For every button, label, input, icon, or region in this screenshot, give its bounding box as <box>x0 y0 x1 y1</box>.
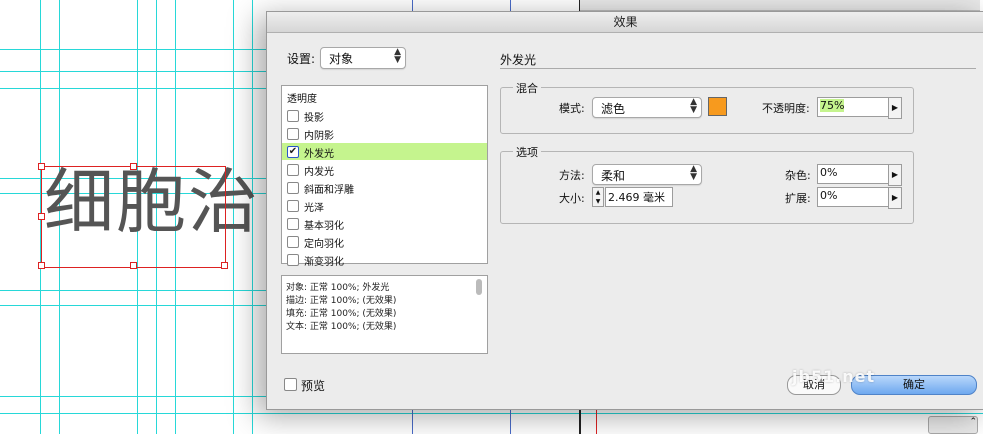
noise-input[interactable]: 0% <box>817 164 889 184</box>
background-panel <box>580 0 980 11</box>
effect-label: 光泽 <box>304 203 324 214</box>
effect-item[interactable]: 投影 <box>282 107 487 124</box>
blend-group: 混合 模式: 滤色 ▲ ▼ 不透明度: 75% ▶ <box>500 80 914 134</box>
effect-checkbox[interactable] <box>287 182 299 194</box>
effect-item[interactable]: 渐变羽化 <box>282 251 487 268</box>
frame-handle[interactable] <box>38 213 45 220</box>
method-value: 柔和 <box>601 169 626 183</box>
effect-checkbox[interactable] <box>287 128 299 140</box>
effect-checkbox[interactable] <box>287 218 299 230</box>
frame-handle[interactable] <box>221 262 228 269</box>
watermark-logo: jb51.net <box>792 367 876 386</box>
mode-label: 模式: <box>559 102 585 115</box>
effect-item[interactable]: 内发光 <box>282 161 487 178</box>
effect-item[interactable]: 内阴影 <box>282 125 487 142</box>
effect-checkbox[interactable] <box>287 164 299 176</box>
size-input[interactable]: 2.469 毫米 <box>605 187 673 207</box>
effect-checkbox[interactable] <box>287 110 299 122</box>
background-dropdown[interactable]: ⌃ <box>928 416 978 434</box>
updown-arrow-icon: ▲ ▼ <box>690 97 697 115</box>
size-stepper[interactable]: ▲ ▼ <box>592 187 604 207</box>
opacity-menu-button[interactable]: ▶ <box>888 97 902 119</box>
effect-checkbox[interactable] <box>287 254 299 266</box>
effect-label: 外发光 <box>304 149 334 160</box>
effect-item[interactable]: 定向羽化 <box>282 233 487 250</box>
method-label: 方法: <box>559 169 585 182</box>
updown-arrow-icon: ▲ ▼ <box>394 47 401 65</box>
guide-horizontal <box>0 413 983 414</box>
noise-label: 杂色: <box>785 169 811 182</box>
mode-value: 滤色 <box>601 102 626 116</box>
spread-input[interactable]: 0% <box>817 187 889 207</box>
preview-label: 预览 <box>301 379 326 393</box>
settings-value: 对象 <box>329 52 354 66</box>
effect-checkbox[interactable]: ✔ <box>287 146 299 158</box>
effect-item[interactable]: ✔ 外发光 <box>282 143 487 160</box>
effects-list: 透明度 投影内阴影 ✔ 外发光内发光斜面和浮雕光泽基本羽化定向羽化渐变羽化 <box>281 85 488 268</box>
frame-handle[interactable] <box>38 163 45 170</box>
spread-value: 0% <box>820 189 838 202</box>
summary-line: 填充: 正常 100%; (无效果) <box>286 309 397 319</box>
method-select[interactable]: 柔和 ▲ ▼ <box>592 164 702 185</box>
noise-menu-button[interactable]: ▶ <box>888 164 902 186</box>
opacity-label: 不透明度: <box>762 102 810 115</box>
effect-checkbox[interactable] <box>287 236 299 248</box>
scrollbar-thumb[interactable] <box>476 279 482 295</box>
effects-summary: 对象: 正常 100%; 外发光 描边: 正常 100%; (无效果) 填充: … <box>281 275 488 354</box>
spread-label: 扩展: <box>785 192 811 205</box>
effect-label: 斜面和浮雕 <box>304 185 354 196</box>
dialog-title: 效果 <box>267 12 983 33</box>
summary-line: 文本: 正常 100%; (无效果) <box>286 322 397 332</box>
effects-dialog: 效果 设置: 对象 ▲ ▼ 透明度 投影内阴影 ✔ 外发光内发光斜面和浮雕光泽基本羽化… <box>266 11 983 410</box>
opacity-value: 75% <box>820 99 845 112</box>
effect-label: 内发光 <box>304 167 334 178</box>
list-header-transparency[interactable]: 透明度 <box>287 90 317 105</box>
effect-item[interactable]: 光泽 <box>282 197 487 214</box>
opacity-input[interactable]: 75% <box>817 97 889 117</box>
settings-label: 设置: <box>287 52 316 66</box>
effect-label: 投影 <box>304 113 324 124</box>
glow-color-swatch[interactable] <box>708 97 727 116</box>
noise-value: 0% <box>820 166 838 179</box>
blend-group-title: 混合 <box>513 80 541 96</box>
effect-checkbox[interactable] <box>287 200 299 212</box>
preview-checkbox[interactable] <box>284 378 297 391</box>
text-frame[interactable] <box>38 163 228 269</box>
mode-select[interactable]: 滤色 ▲ ▼ <box>592 97 702 118</box>
section-title: 外发光 <box>500 53 537 67</box>
effect-item[interactable]: 基本羽化 <box>282 215 487 232</box>
updown-arrow-icon: ▲ ▼ <box>690 164 697 182</box>
frame-handle[interactable] <box>38 262 45 269</box>
summary-line: 描边: 正常 100%; (无效果) <box>286 296 397 306</box>
frame-handle[interactable] <box>130 163 137 170</box>
size-value: 2.469 毫米 <box>608 191 665 204</box>
size-label: 大小: <box>559 192 585 205</box>
spread-menu-button[interactable]: ▶ <box>888 187 902 209</box>
section-divider <box>500 68 976 69</box>
options-group: 选项 方法: 柔和 ▲ ▼ 大小: ▲ ▼ 2.469 毫米 杂色: 0% ▶ 扩展… <box>500 144 914 224</box>
settings-select[interactable]: 对象 ▲ ▼ <box>320 47 406 69</box>
frame-handle[interactable] <box>130 262 137 269</box>
effect-label: 基本羽化 <box>304 221 344 232</box>
effect-label: 内阴影 <box>304 131 334 142</box>
effect-label: 渐变羽化 <box>304 257 344 268</box>
options-group-title: 选项 <box>513 144 541 160</box>
effect-label: 定向羽化 <box>304 239 344 250</box>
summary-line: 对象: 正常 100%; 外发光 <box>286 283 390 293</box>
effect-item[interactable]: 斜面和浮雕 <box>282 179 487 196</box>
